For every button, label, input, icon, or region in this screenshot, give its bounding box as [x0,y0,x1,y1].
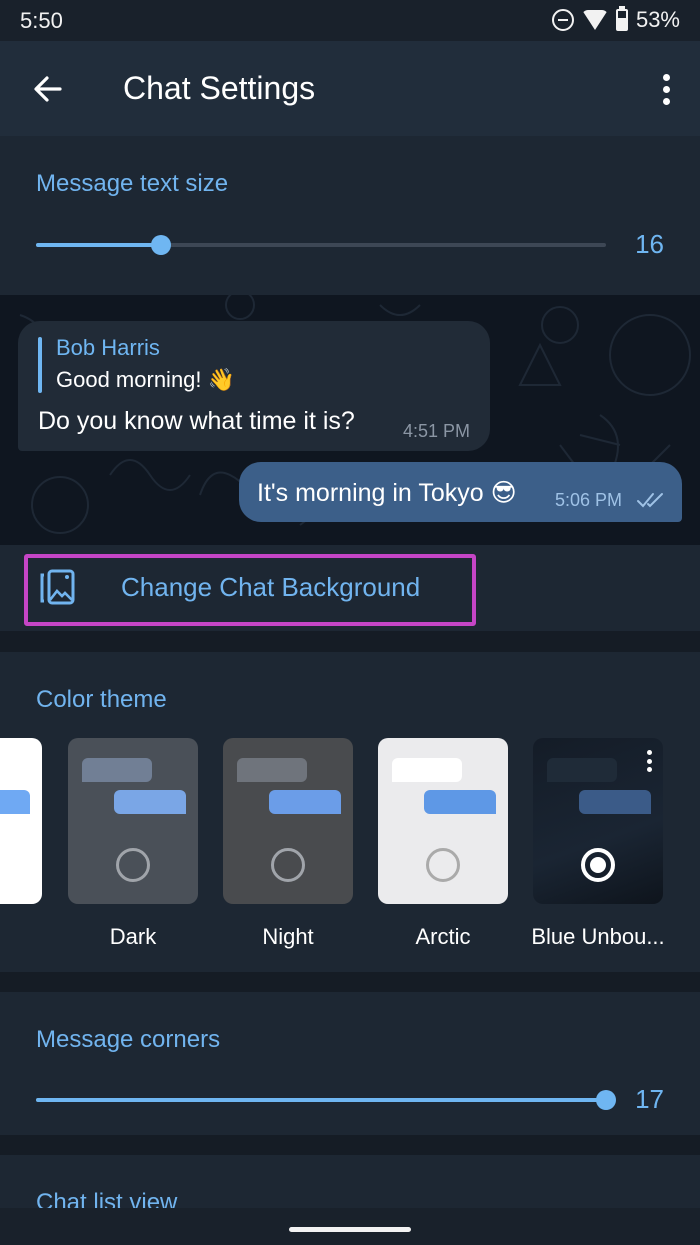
incoming-time: 4:51 PM [402,421,470,441]
reply-text: Good morning! 👋 [56,367,236,392]
slider-thumb[interactable] [596,1090,616,1110]
battery-icon [615,6,628,31]
theme-option-arctic[interactable]: Arctic [378,738,508,949]
arrow-left-icon [34,76,62,102]
status-time: 5:50 [20,8,63,33]
theme-preview [68,738,198,904]
text-size-value: 16 [635,229,664,259]
theme-name: Night [262,924,314,949]
reply-bar [38,337,42,393]
slider-fill [36,243,162,247]
theme-preview [0,738,42,904]
incoming-bubble-preview [237,758,307,782]
theme-name: Dark [109,924,157,949]
color-theme-title: Color theme [36,686,167,713]
outgoing-bubble-preview [114,790,186,814]
theme-preview [378,738,508,904]
more-dot [646,758,652,764]
home-gesture-bar[interactable] [289,1227,411,1232]
more-dot [662,85,670,93]
theme-option-night[interactable]: Night [223,738,353,949]
theme-option-blue-unbound[interactable]: Blue Unbou... [531,738,665,949]
back-button[interactable] [28,69,68,109]
page-title: Chat Settings [123,70,316,106]
text-size-title: Message text size [36,170,229,197]
more-dot [646,767,652,772]
incoming-bubble-preview [392,758,462,782]
theme-option[interactable] [0,738,42,904]
double-check-icon [637,493,663,508]
theme-radio[interactable] [271,848,305,882]
incoming-bubble-preview [547,758,617,782]
more-options-button[interactable] [656,69,676,109]
app-bar: Chat Settings [0,41,700,136]
theme-radio[interactable] [116,848,150,882]
theme-preview [533,738,663,904]
text-size-section: Message text size 16 [0,136,700,295]
more-dot [662,97,670,105]
change-background-label: Change Chat Background [121,572,421,602]
status-icons: 53% [551,6,680,33]
outgoing-time: 5:06 PM [554,490,622,510]
outgoing-bubble-preview [0,790,30,814]
text-size-slider[interactable] [36,233,606,257]
slider-thumb[interactable] [151,235,172,255]
outgoing-message: It's morning in Tokyo 😎 5:06 PM [239,462,682,522]
theme-option-dark[interactable]: Dark [68,738,198,949]
more-vertical-icon [646,750,652,755]
message-corners-slider[interactable] [36,1088,616,1112]
outgoing-bubble-preview [269,790,341,814]
chat-preview: Bob Harris Good morning! 👋 Do you know w… [0,295,700,545]
outgoing-text: It's morning in Tokyo 😎 [257,479,517,507]
reply-sender: Bob Harris [56,335,160,360]
message-corners-title: Message corners [36,1026,221,1053]
message-corners-value: 17 [635,1084,664,1114]
wallpaper-icon [40,569,75,605]
theme-list[interactable]: Dark Night Arctic Blue Unbou... [0,738,700,958]
wifi-icon [581,10,608,30]
theme-name: Arctic [415,924,471,949]
theme-preview [223,738,353,904]
theme-radio[interactable] [426,848,460,882]
outgoing-bubble-preview [424,790,496,814]
incoming-bubble-preview [82,758,152,782]
outgoing-bubble-preview [579,790,651,814]
incoming-text: Do you know what time it is? [38,407,355,435]
theme-more-button[interactable] [645,750,653,772]
message-corners-section: Message corners 17 [0,992,700,1135]
theme-radio-selected[interactable] [581,848,615,882]
more-vertical-icon [662,73,670,81]
incoming-message: Bob Harris Good morning! 👋 Do you know w… [18,321,490,451]
chat-list-view-section: Chat list view [0,1155,700,1216]
theme-name: Blue Unbou... [531,924,665,949]
slider-fill [36,1098,606,1102]
status-bar: 5:50 53% [0,0,700,41]
battery-percent: 53% [635,7,680,32]
change-background-button[interactable]: Change Chat Background [0,545,700,631]
do-not-disturb-icon [551,9,574,31]
